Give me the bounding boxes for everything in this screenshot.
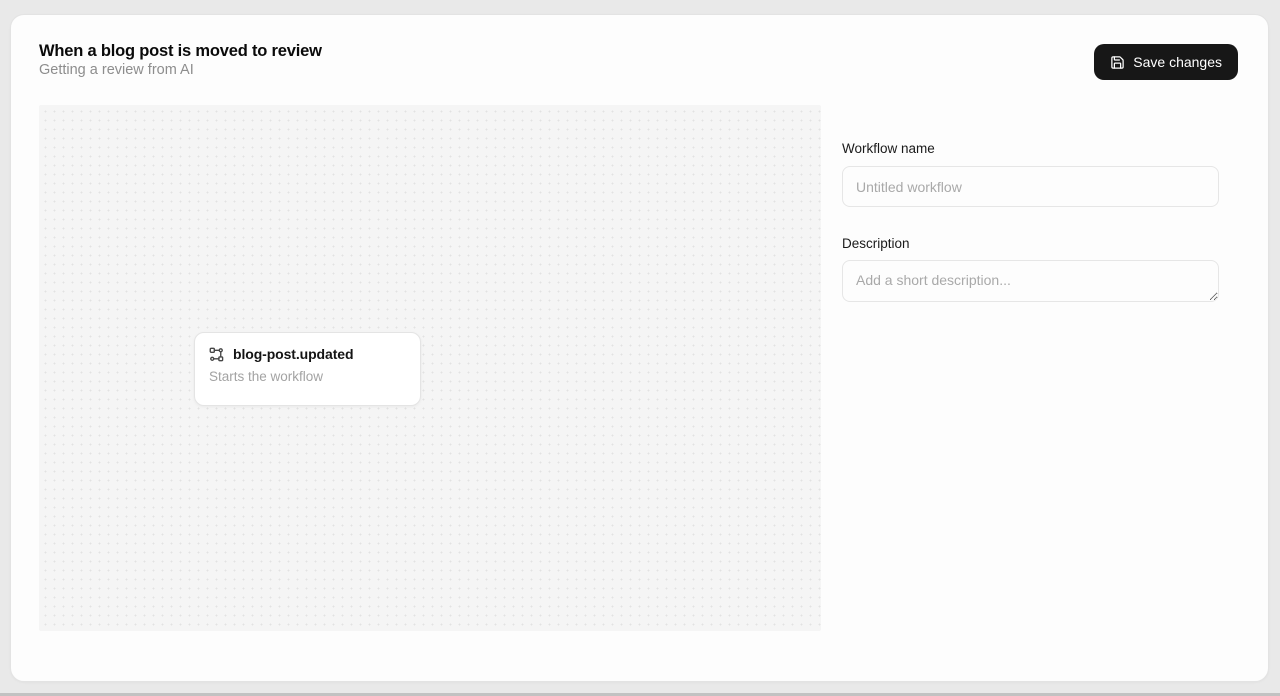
- workflow-name-input[interactable]: [842, 166, 1219, 207]
- save-changes-button[interactable]: Save changes: [1094, 44, 1238, 80]
- trigger-node[interactable]: blog-post.updated Starts the workflow: [194, 332, 421, 406]
- workflow-editor-card: When a blog post is moved to review Gett…: [10, 14, 1269, 682]
- workflow-settings-panel: Workflow name Description: [842, 141, 1219, 302]
- save-button-label: Save changes: [1133, 54, 1222, 70]
- page-title: When a blog post is moved to review: [39, 42, 322, 61]
- page-subtitle: Getting a review from AI: [39, 62, 194, 78]
- workflow-canvas[interactable]: blog-post.updated Starts the workflow: [39, 105, 821, 631]
- workflow-icon: [209, 347, 224, 362]
- workflow-name-label: Workflow name: [842, 141, 1219, 156]
- trigger-node-title: blog-post.updated: [233, 346, 353, 362]
- description-textarea[interactable]: [842, 260, 1219, 302]
- description-label: Description: [842, 236, 1219, 251]
- trigger-node-subtitle: Starts the workflow: [209, 369, 404, 384]
- save-icon: [1110, 55, 1125, 70]
- workflow-editor-page: { "header": { "title": "When a blog post…: [0, 0, 1280, 696]
